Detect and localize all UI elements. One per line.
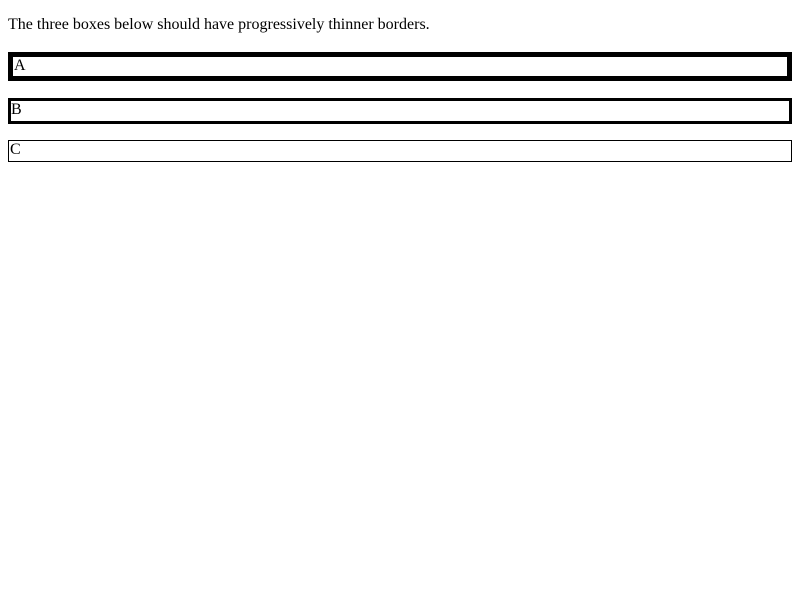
box-thick-border: A bbox=[8, 52, 792, 81]
box-b-label: B bbox=[11, 101, 22, 118]
box-a-label: A bbox=[14, 57, 26, 74]
box-c-label: C bbox=[10, 141, 21, 158]
box-thin-border: C bbox=[8, 140, 792, 162]
intro-text: The three boxes below should have progre… bbox=[8, 16, 430, 33]
box-medium-border: B bbox=[8, 98, 792, 124]
